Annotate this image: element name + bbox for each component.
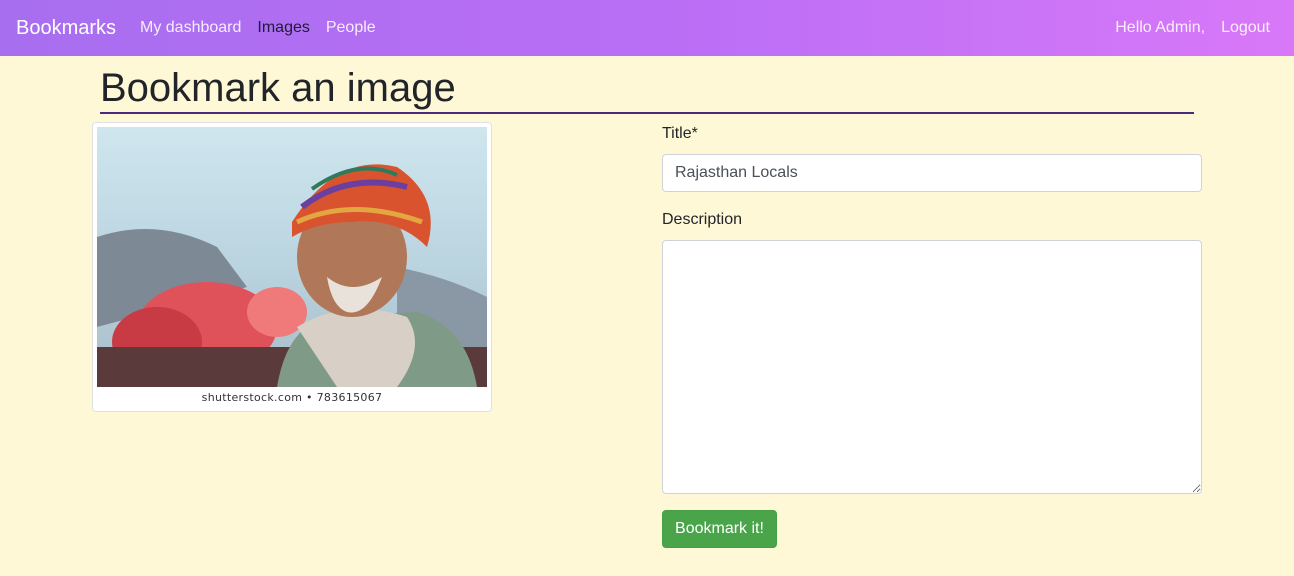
page-title: Bookmark an image <box>100 63 1194 114</box>
logout-link[interactable]: Logout <box>1221 17 1270 39</box>
nav-link-dashboard[interactable]: My dashboard <box>140 17 241 39</box>
image-preview-card: shutterstock.com • 783615067 <box>92 122 492 412</box>
image-preview <box>97 127 487 387</box>
description-textarea[interactable] <box>662 240 1202 494</box>
nav-link-people[interactable]: People <box>326 17 376 39</box>
title-input[interactable] <box>662 154 1202 192</box>
user-greeting: Hello Admin, <box>1115 19 1206 36</box>
portrait-photo <box>97 127 487 387</box>
bookmark-submit-button[interactable]: Bookmark it! <box>662 510 777 548</box>
nav-links: My dashboard Images People <box>140 17 376 39</box>
title-label: Title* <box>662 125 698 142</box>
image-caption: shutterstock.com • 783615067 <box>201 391 383 404</box>
description-label: Description <box>662 211 743 228</box>
navbar: Bookmarks My dashboard Images People Hel… <box>0 0 1294 56</box>
nav-link-images[interactable]: Images <box>257 17 309 39</box>
brand-link[interactable]: Bookmarks <box>16 15 116 41</box>
user-menu: Hello Admin, Logout <box>1115 17 1270 39</box>
